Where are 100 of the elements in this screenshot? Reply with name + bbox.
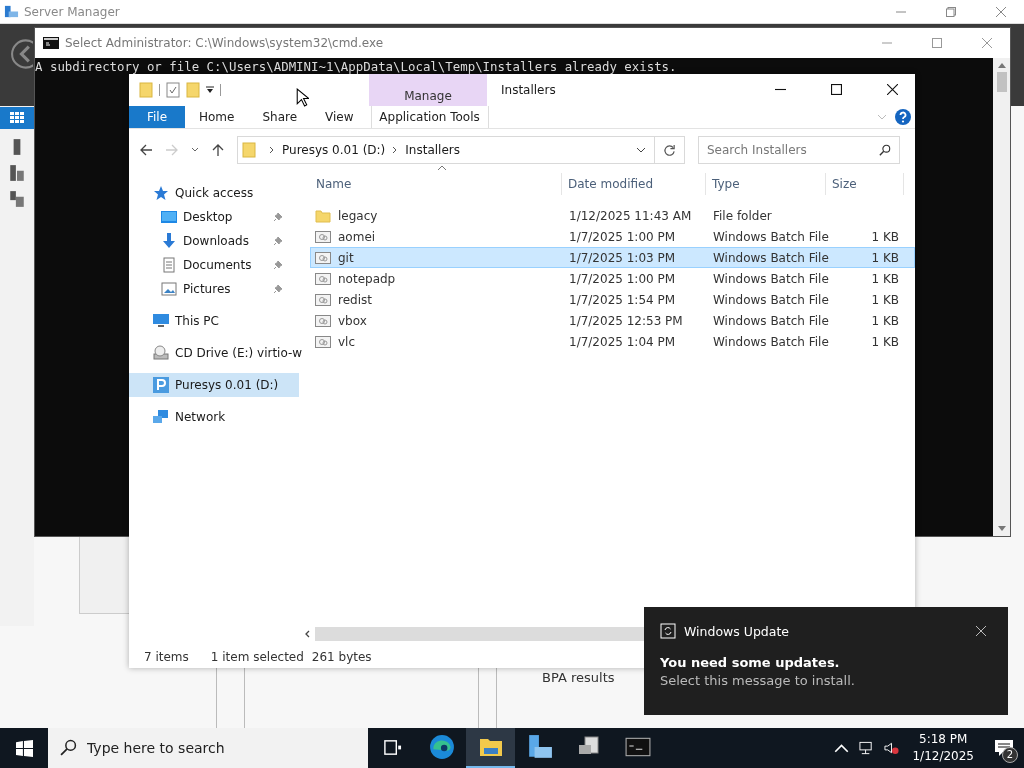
- type-cell-text: Windows Batch File: [712, 334, 827, 349]
- column-header[interactable]: Type: [706, 173, 826, 195]
- size-cell: 1 KB: [871, 229, 899, 244]
- picture-icon: [161, 281, 177, 297]
- breadcrumb-item[interactable]: Installers: [405, 143, 460, 157]
- date-cell-text: 1/7/2025 1:00 PM: [568, 271, 677, 286]
- type-cell-text: Windows Batch File: [712, 271, 827, 286]
- file-name: redist: [338, 292, 372, 307]
- roles-icon[interactable]: [9, 190, 25, 208]
- servers-icon[interactable]: [9, 164, 25, 182]
- date-cell-text: 1/7/2025 1:00 PM: [568, 229, 677, 244]
- nav-item[interactable]: Pictures: [129, 277, 299, 301]
- refresh-icon: [663, 143, 676, 157]
- search-field[interactable]: Search Installers: [698, 136, 900, 164]
- date-cell-text: 1/7/2025 1:03 PM: [568, 250, 677, 265]
- size-cell: 1 KB: [871, 313, 899, 328]
- star-icon: [153, 185, 169, 201]
- browser-icon: [428, 734, 455, 760]
- chevron-icon[interactable]: [392, 146, 399, 154]
- recent-dropdown-icon[interactable]: [191, 147, 199, 153]
- nav-item[interactable]: Documents: [129, 253, 299, 277]
- clock[interactable]: 5:18 PM 1/12/2025: [912, 731, 974, 765]
- app-name: Windows Update: [684, 623, 790, 639]
- dashboard-icon[interactable]: [0, 106, 34, 130]
- up-arrow-icon[interactable]: [997, 62, 1006, 68]
- nav-item[interactable]: Puresys 0.01 (D:): [129, 373, 299, 397]
- ribbon-tab[interactable]: File: [129, 106, 185, 128]
- date-cell-text: 1/7/2025 12:53 PM: [568, 313, 684, 328]
- type-cell-text: Windows Batch File: [712, 250, 827, 265]
- file-name: vbox: [338, 313, 367, 328]
- nav-item[interactable]: This PC: [129, 309, 299, 333]
- down-arrow-icon[interactable]: [997, 526, 1006, 532]
- notification-toast[interactable]: Windows Update You need some updates. Select this message to install.: [644, 607, 1008, 715]
- close-icon[interactable]: [976, 626, 986, 636]
- gear-file-icon: [315, 249, 331, 266]
- size-cell: 1 KB: [871, 334, 899, 349]
- refresh-button[interactable]: [655, 136, 685, 164]
- help-icon[interactable]: [895, 109, 911, 125]
- nav-item[interactable]: Desktop: [129, 205, 299, 229]
- status-text: 1 item selected: [210, 649, 304, 664]
- nav-item[interactable]: Network: [129, 405, 299, 429]
- muted-speaker-icon[interactable]: [884, 741, 900, 755]
- ribbon-tab[interactable]: Application Tools: [370, 106, 489, 128]
- close-icon[interactable]: [887, 84, 898, 95]
- scroll-thumb[interactable]: [996, 72, 1007, 92]
- maximize-icon[interactable]: [831, 84, 842, 95]
- console-output: A subdirectory or file C:\Users\ADMINI~1\AppData\Local\Temp\Installers already exists.: [35, 59, 677, 74]
- pin-icon[interactable]: [273, 284, 283, 294]
- server-manager-icon: [526, 734, 553, 760]
- file-row[interactable]: git 1/7/2025 1:03 PM Windows Batch File 1 KB: [310, 247, 915, 268]
- gear-file-icon: [315, 333, 331, 350]
- date-cell-text: 1/12/2025 11:43 AM: [568, 208, 693, 223]
- date-cell-text: 1/7/2025 1:04 PM: [568, 334, 677, 349]
- taskbar-search-field[interactable]: Type here to search: [48, 728, 368, 768]
- file-name: legacy: [338, 208, 378, 223]
- network-icon[interactable]: [859, 741, 875, 755]
- file-row[interactable]: legacy 1/12/2025 11:43 AM File folder: [310, 205, 915, 226]
- column-header[interactable]: Name: [310, 173, 562, 195]
- pin-icon[interactable]: [273, 260, 283, 270]
- file-name: aomei: [338, 229, 376, 244]
- file-row[interactable]: vbox 1/7/2025 12:53 PM Windows Batch File 1 KB: [310, 310, 915, 331]
- pin-icon[interactable]: [273, 236, 283, 246]
- properties-icon[interactable]: [166, 82, 180, 98]
- date-cell-text: 1/7/2025 1:54 PM: [568, 292, 677, 307]
- gear-file-icon: [315, 291, 331, 308]
- nav-item[interactable]: Quick access: [129, 181, 299, 205]
- status-text: 261 bytes: [311, 649, 372, 664]
- nav-item[interactable]: Downloads: [129, 229, 299, 253]
- pin-icon[interactable]: [273, 212, 283, 222]
- desktop-icon: [161, 209, 177, 225]
- dropdown-icon[interactable]: [636, 147, 646, 153]
- file-row[interactable]: vlc 1/7/2025 1:04 PM Windows Batch File 1 KB: [310, 331, 915, 352]
- update-icon: [660, 623, 676, 639]
- file-row[interactable]: notepadp 1/7/2025 1:00 PM Windows Batch File 1 KB: [310, 268, 915, 289]
- type-cell-text: Windows Batch File: [712, 229, 827, 244]
- chevron-up-icon[interactable]: [834, 741, 850, 755]
- file-row[interactable]: aomei 1/7/2025 1:00 PM Windows Batch File 1 KB: [310, 226, 915, 247]
- server-manager-icon: [4, 4, 19, 19]
- dropdown-icon[interactable]: [206, 86, 214, 94]
- chevron-icon[interactable]: [269, 146, 275, 154]
- document-icon: [161, 257, 177, 273]
- column-header[interactable]: Size: [826, 173, 904, 195]
- address-bar[interactable]: Puresys 0.01 (D:) Installers: [237, 136, 655, 164]
- column-header[interactable]: Date modified: [562, 173, 706, 195]
- up-icon[interactable]: [211, 143, 225, 157]
- search-icon: [879, 144, 891, 156]
- taskbar-app[interactable]: [466, 728, 515, 768]
- breadcrumb-item[interactable]: Puresys 0.01 (D:): [282, 143, 386, 157]
- clock-date: 1/12/2025: [912, 748, 974, 765]
- scrollbar[interactable]: [993, 58, 1010, 536]
- file-name: git: [338, 250, 354, 265]
- file-row[interactable]: redist 1/7/2025 1:54 PM Windows Batch File 1 KB: [310, 289, 915, 310]
- size-cell: 1 KB: [871, 250, 899, 265]
- file-name: notepadp: [338, 271, 396, 286]
- type-cell-text: Windows Batch File: [712, 313, 827, 328]
- back-icon[interactable]: [139, 143, 153, 157]
- folder-icon: [315, 207, 331, 224]
- notification-body: Select this message to install.: [660, 673, 856, 688]
- window-title: Installers: [501, 83, 556, 99]
- disc-drive-icon: [153, 345, 169, 361]
